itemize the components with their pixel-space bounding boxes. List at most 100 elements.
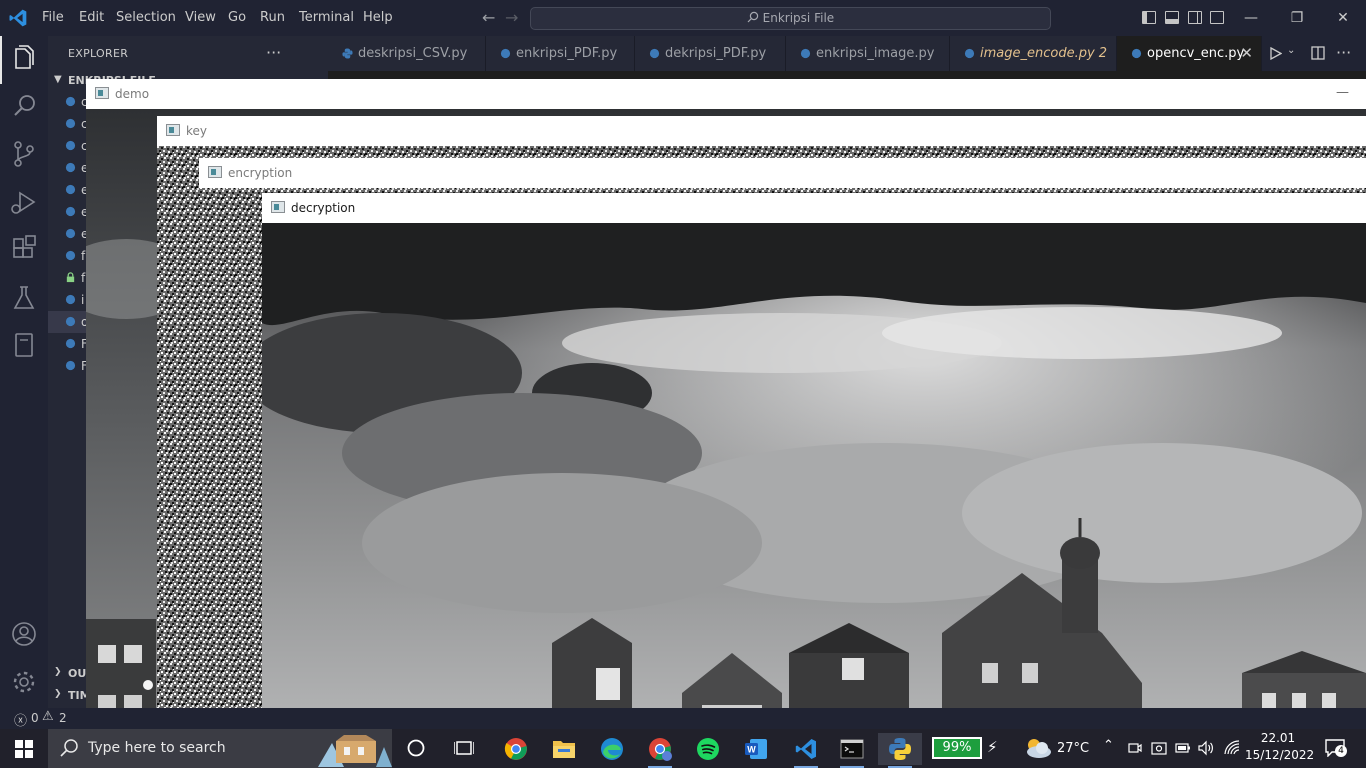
window-app-icon xyxy=(95,87,109,99)
tab-enkripsi-pdf[interactable]: enkripsi_PDF.py xyxy=(486,36,635,71)
toggle-primary-sidebar-icon[interactable] xyxy=(1142,11,1156,24)
toggle-secondary-sidebar-icon[interactable] xyxy=(1188,11,1202,24)
command-center-search[interactable]: Enkripsi File xyxy=(530,7,1051,30)
menu-help[interactable]: Help xyxy=(363,0,393,36)
battery-tray-icon[interactable] xyxy=(1175,741,1191,755)
restore-button[interactable]: ❐ xyxy=(1274,0,1320,36)
run-debug-icon[interactable] xyxy=(0,178,48,226)
window-app-icon xyxy=(208,166,222,178)
meet-now-icon[interactable] xyxy=(1128,741,1142,755)
tab-dekripsi-pdf[interactable]: dekripsi_PDF.py xyxy=(635,36,786,71)
forward-arrow-icon[interactable]: → xyxy=(505,8,523,28)
menu-selection[interactable]: Selection xyxy=(116,0,176,36)
python-file-icon xyxy=(65,206,76,217)
run-file-icon[interactable] xyxy=(1270,47,1282,60)
volume-icon[interactable] xyxy=(1198,740,1214,756)
taskbar-spotify[interactable] xyxy=(686,733,730,765)
list-item[interactable]: c xyxy=(48,135,88,157)
clock-time[interactable]: 22.01 xyxy=(1255,731,1301,745)
python-file-icon xyxy=(1131,48,1142,59)
python-file-icon xyxy=(65,118,76,129)
menu-terminal[interactable]: Terminal xyxy=(299,0,354,36)
taskbar-edge[interactable] xyxy=(590,733,634,765)
encryption-window-titlebar[interactable]: encryption xyxy=(199,158,1366,188)
taskbar-file-explorer[interactable] xyxy=(542,733,586,765)
chevron-down-icon[interactable]: ▼ xyxy=(54,74,62,85)
error-circle-icon[interactable]: ⓧ xyxy=(14,710,27,729)
warning-icon[interactable]: ⚠ xyxy=(42,709,54,724)
key-window-titlebar[interactable]: key xyxy=(157,116,1366,146)
tab-label: enkripsi_image.py xyxy=(816,46,935,61)
settings-gear-icon[interactable] xyxy=(0,658,48,706)
list-item[interactable]: F xyxy=(48,355,88,377)
edge-icon xyxy=(601,738,623,760)
list-item[interactable]: e xyxy=(48,157,88,179)
menu-file[interactable]: File xyxy=(42,0,64,36)
minimize-button[interactable]: — xyxy=(1336,79,1349,107)
menu-view[interactable]: View xyxy=(185,0,216,36)
list-item[interactable]: f xyxy=(48,245,88,267)
list-item[interactable]: i xyxy=(48,289,88,311)
list-item[interactable]: F xyxy=(48,333,88,355)
list-item[interactable]: c xyxy=(48,113,88,135)
list-item[interactable]: e xyxy=(48,179,88,201)
customize-layout-icon[interactable] xyxy=(1210,11,1224,24)
command-center-label: Enkripsi File xyxy=(762,11,835,25)
list-item[interactable]: o xyxy=(48,311,88,333)
chevron-down-icon[interactable]: ⌄ xyxy=(1287,45,1295,56)
explorer-files-icon[interactable] xyxy=(0,36,48,84)
python-file-icon xyxy=(65,140,76,151)
window-app-icon xyxy=(271,201,285,213)
list-item[interactable]: f xyxy=(48,267,88,289)
tray-app-icon[interactable] xyxy=(1151,740,1167,756)
clock-date[interactable]: 15/12/2022 xyxy=(1245,748,1314,762)
taskbar-chrome[interactable] xyxy=(494,733,538,765)
taskbar-python[interactable] xyxy=(878,733,922,768)
remote-explorer-icon[interactable] xyxy=(0,322,48,370)
decryption-window-titlebar[interactable]: decryption xyxy=(262,193,1366,223)
tab-opencv-enc[interactable]: opencv_enc.py ✕ xyxy=(1117,36,1262,71)
tab-image-encode[interactable]: image_encode.py 2 xyxy=(950,36,1117,71)
python-file-icon xyxy=(65,294,76,305)
back-arrow-icon[interactable]: ← xyxy=(482,8,500,28)
chevron-up-icon[interactable]: ⌃ xyxy=(1103,738,1114,753)
temperature-label[interactable]: 27°C xyxy=(1057,729,1089,768)
taskbar-vscode[interactable] xyxy=(784,733,828,768)
error-count[interactable]: 0 xyxy=(31,711,39,725)
battery-indicator[interactable]: 99% xyxy=(932,737,982,759)
source-control-icon[interactable] xyxy=(0,130,48,178)
task-view-icon[interactable] xyxy=(454,738,474,758)
timeline-section-header[interactable]: ❯ TIM xyxy=(48,685,91,707)
tab-enkripsi-image[interactable]: enkripsi_image.py xyxy=(786,36,950,71)
extensions-icon[interactable] xyxy=(0,226,48,274)
minimize-button[interactable]: — xyxy=(1228,0,1274,36)
taskbar-search-placeholder[interactable]: Type here to search xyxy=(88,729,226,768)
close-window-button[interactable]: ✕ xyxy=(1320,0,1366,36)
list-item[interactable]: e xyxy=(48,201,88,223)
toggle-panel-icon[interactable] xyxy=(1165,11,1179,24)
cortana-icon[interactable] xyxy=(406,738,426,758)
tab-deskripsi-csv[interactable]: deskripsi_CSV.py xyxy=(328,36,486,71)
list-item[interactable]: c xyxy=(48,91,88,113)
warning-count[interactable]: 2 xyxy=(59,711,67,725)
outline-section-header[interactable]: ❯ OUT xyxy=(48,663,94,685)
list-item[interactable]: e xyxy=(48,223,88,245)
menu-go[interactable]: Go xyxy=(228,0,246,36)
close-tab-icon[interactable]: ✕ xyxy=(1240,36,1253,71)
more-actions-icon[interactable]: ··· xyxy=(1336,36,1351,69)
menu-run[interactable]: Run xyxy=(260,0,285,36)
taskbar-word[interactable]: W xyxy=(734,733,778,765)
taskbar-terminal[interactable] xyxy=(830,733,874,768)
split-editor-icon[interactable] xyxy=(1311,46,1325,60)
windows-start-icon[interactable] xyxy=(15,740,33,758)
weather-cloud-icon[interactable] xyxy=(1024,737,1052,759)
search-icon[interactable] xyxy=(0,82,48,130)
accounts-icon[interactable] xyxy=(0,610,48,658)
taskbar-chrome-profile[interactable] xyxy=(638,733,682,768)
testing-flask-icon[interactable] xyxy=(0,274,48,322)
demo-window-titlebar[interactable]: demo — xyxy=(86,79,1366,109)
wifi-icon[interactable] xyxy=(1224,740,1240,756)
menu-edit[interactable]: Edit xyxy=(79,0,104,36)
notifications-button[interactable]: 4 xyxy=(1325,739,1347,758)
more-actions-icon[interactable]: ··· xyxy=(266,36,281,71)
